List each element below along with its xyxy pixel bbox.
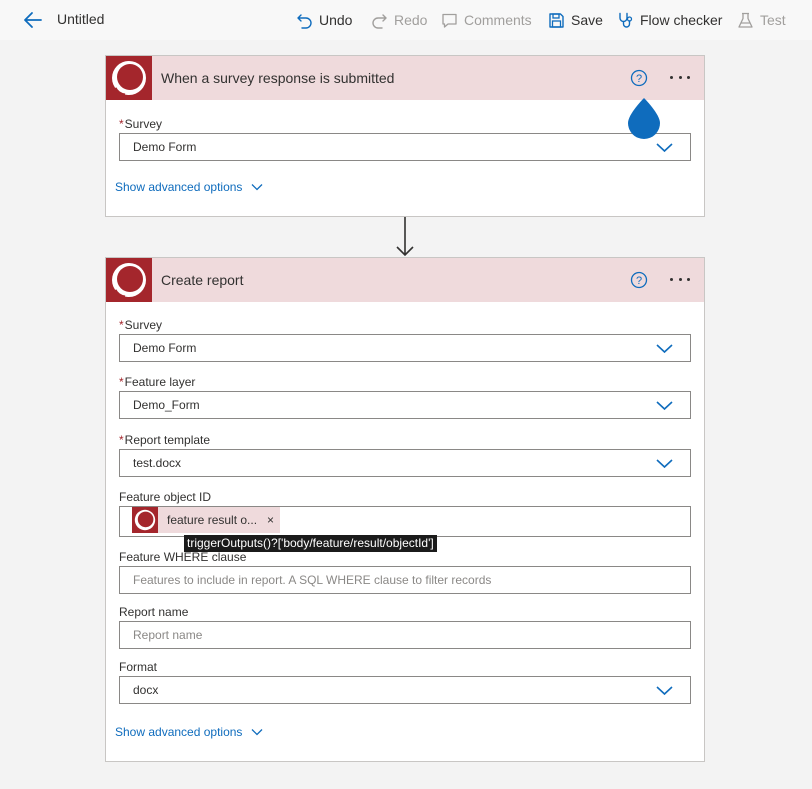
report-name-field: Report name Report name bbox=[119, 604, 691, 649]
redo-icon bbox=[372, 13, 387, 29]
svg-text:?: ? bbox=[636, 275, 642, 287]
survey-field: *Survey Demo Form bbox=[119, 317, 691, 362]
trigger-survey-label: *Survey bbox=[119, 117, 163, 131]
action-title: Create report bbox=[161, 272, 244, 288]
report-template-dropdown[interactable]: test.docx bbox=[119, 449, 691, 477]
token-remove-icon[interactable]: × bbox=[267, 513, 274, 527]
more-icon[interactable] bbox=[668, 67, 692, 87]
save-label: Save bbox=[571, 12, 603, 28]
comments-icon bbox=[442, 13, 457, 28]
feature-layer-field: *Feature layer Demo_Form bbox=[119, 374, 691, 419]
connector-logo bbox=[106, 56, 152, 100]
survey-label: *Survey bbox=[119, 318, 163, 332]
trigger-survey-dropdown[interactable]: Demo Form bbox=[119, 133, 691, 161]
save-icon bbox=[549, 12, 564, 28]
undo-button[interactable]: Undo bbox=[296, 8, 352, 32]
help-icon[interactable]: ? bbox=[630, 271, 648, 289]
trigger-title: When a survey response is submitted bbox=[161, 70, 395, 86]
token-label: feature result o... bbox=[167, 513, 258, 527]
survey-logo-icon bbox=[112, 263, 146, 299]
chevron-down-icon bbox=[251, 184, 263, 191]
trigger-card: When a survey response is submitted ? *S… bbox=[105, 55, 705, 217]
drop-marker-icon bbox=[628, 98, 660, 139]
format-field: Format docx bbox=[119, 659, 691, 704]
chevron-down-icon bbox=[251, 729, 263, 736]
connector-logo bbox=[106, 258, 152, 302]
help-icon[interactable]: ? bbox=[630, 69, 648, 87]
chevron-down-icon bbox=[656, 344, 673, 354]
flow-checker-button[interactable]: Flow checker bbox=[617, 8, 722, 32]
feature-where-clause-input[interactable]: Features to include in report. A SQL WHE… bbox=[119, 566, 691, 594]
survey-logo-icon bbox=[134, 509, 156, 531]
svg-text:?: ? bbox=[636, 73, 642, 85]
undo-label: Undo bbox=[319, 12, 353, 28]
save-button[interactable]: Save bbox=[548, 8, 603, 32]
chevron-down-icon bbox=[656, 459, 673, 469]
chevron-down-icon bbox=[656, 143, 673, 153]
action-card-header[interactable]: Create report ? bbox=[106, 258, 704, 302]
dynamic-content-token[interactable]: feature result o... × bbox=[132, 507, 281, 533]
stethoscope-icon bbox=[619, 12, 633, 28]
report-name-label: Report name bbox=[119, 605, 189, 619]
trigger-survey-field: *Survey Demo Form bbox=[119, 116, 691, 161]
format-dropdown[interactable]: docx bbox=[119, 676, 691, 704]
trigger-card-header[interactable]: When a survey response is submitted ? bbox=[106, 56, 704, 100]
undo-icon bbox=[297, 13, 312, 29]
test-button[interactable]: Test bbox=[737, 8, 786, 32]
token-tooltip: triggerOutputs()?['body/feature/result/o… bbox=[184, 535, 437, 552]
feature-object-id-label: Feature object ID bbox=[119, 490, 212, 504]
feature-object-id-input[interactable]: feature result o... × bbox=[119, 506, 691, 537]
report-template-label: *Report template bbox=[119, 433, 211, 447]
command-bar: Untitled Undo Redo Comments Save Flow ch… bbox=[0, 0, 812, 40]
report-name-input[interactable]: Report name bbox=[119, 621, 691, 649]
test-label: Test bbox=[760, 12, 786, 28]
flow-title[interactable]: Untitled bbox=[57, 11, 104, 27]
action-show-advanced-options[interactable]: Show advanced options bbox=[115, 725, 263, 739]
feature-object-id-field: Feature object ID feature result o... × bbox=[119, 489, 691, 537]
redo-button[interactable]: Redo bbox=[371, 8, 427, 32]
beaker-icon bbox=[738, 12, 753, 28]
chevron-down-icon bbox=[656, 686, 673, 696]
survey-logo-icon bbox=[112, 61, 146, 97]
chevron-down-icon bbox=[656, 401, 673, 411]
comments-button[interactable]: Comments bbox=[441, 8, 532, 32]
token-logo bbox=[132, 507, 158, 533]
back-arrow-icon[interactable] bbox=[22, 9, 44, 31]
feature-layer-label: *Feature layer bbox=[119, 375, 196, 389]
flow-checker-label: Flow checker bbox=[640, 12, 723, 28]
more-icon[interactable] bbox=[668, 269, 692, 289]
trigger-show-advanced-options[interactable]: Show advanced options bbox=[115, 180, 263, 194]
feature-layer-dropdown[interactable]: Demo_Form bbox=[119, 391, 691, 419]
survey-dropdown[interactable]: Demo Form bbox=[119, 334, 691, 362]
comments-label: Comments bbox=[464, 12, 532, 28]
redo-label: Redo bbox=[394, 12, 428, 28]
report-template-field: *Report template test.docx bbox=[119, 432, 691, 477]
arrow-down-icon bbox=[396, 217, 414, 257]
action-card: Create report ? *Survey Demo Form *Featu… bbox=[105, 257, 705, 762]
format-label: Format bbox=[119, 660, 158, 674]
